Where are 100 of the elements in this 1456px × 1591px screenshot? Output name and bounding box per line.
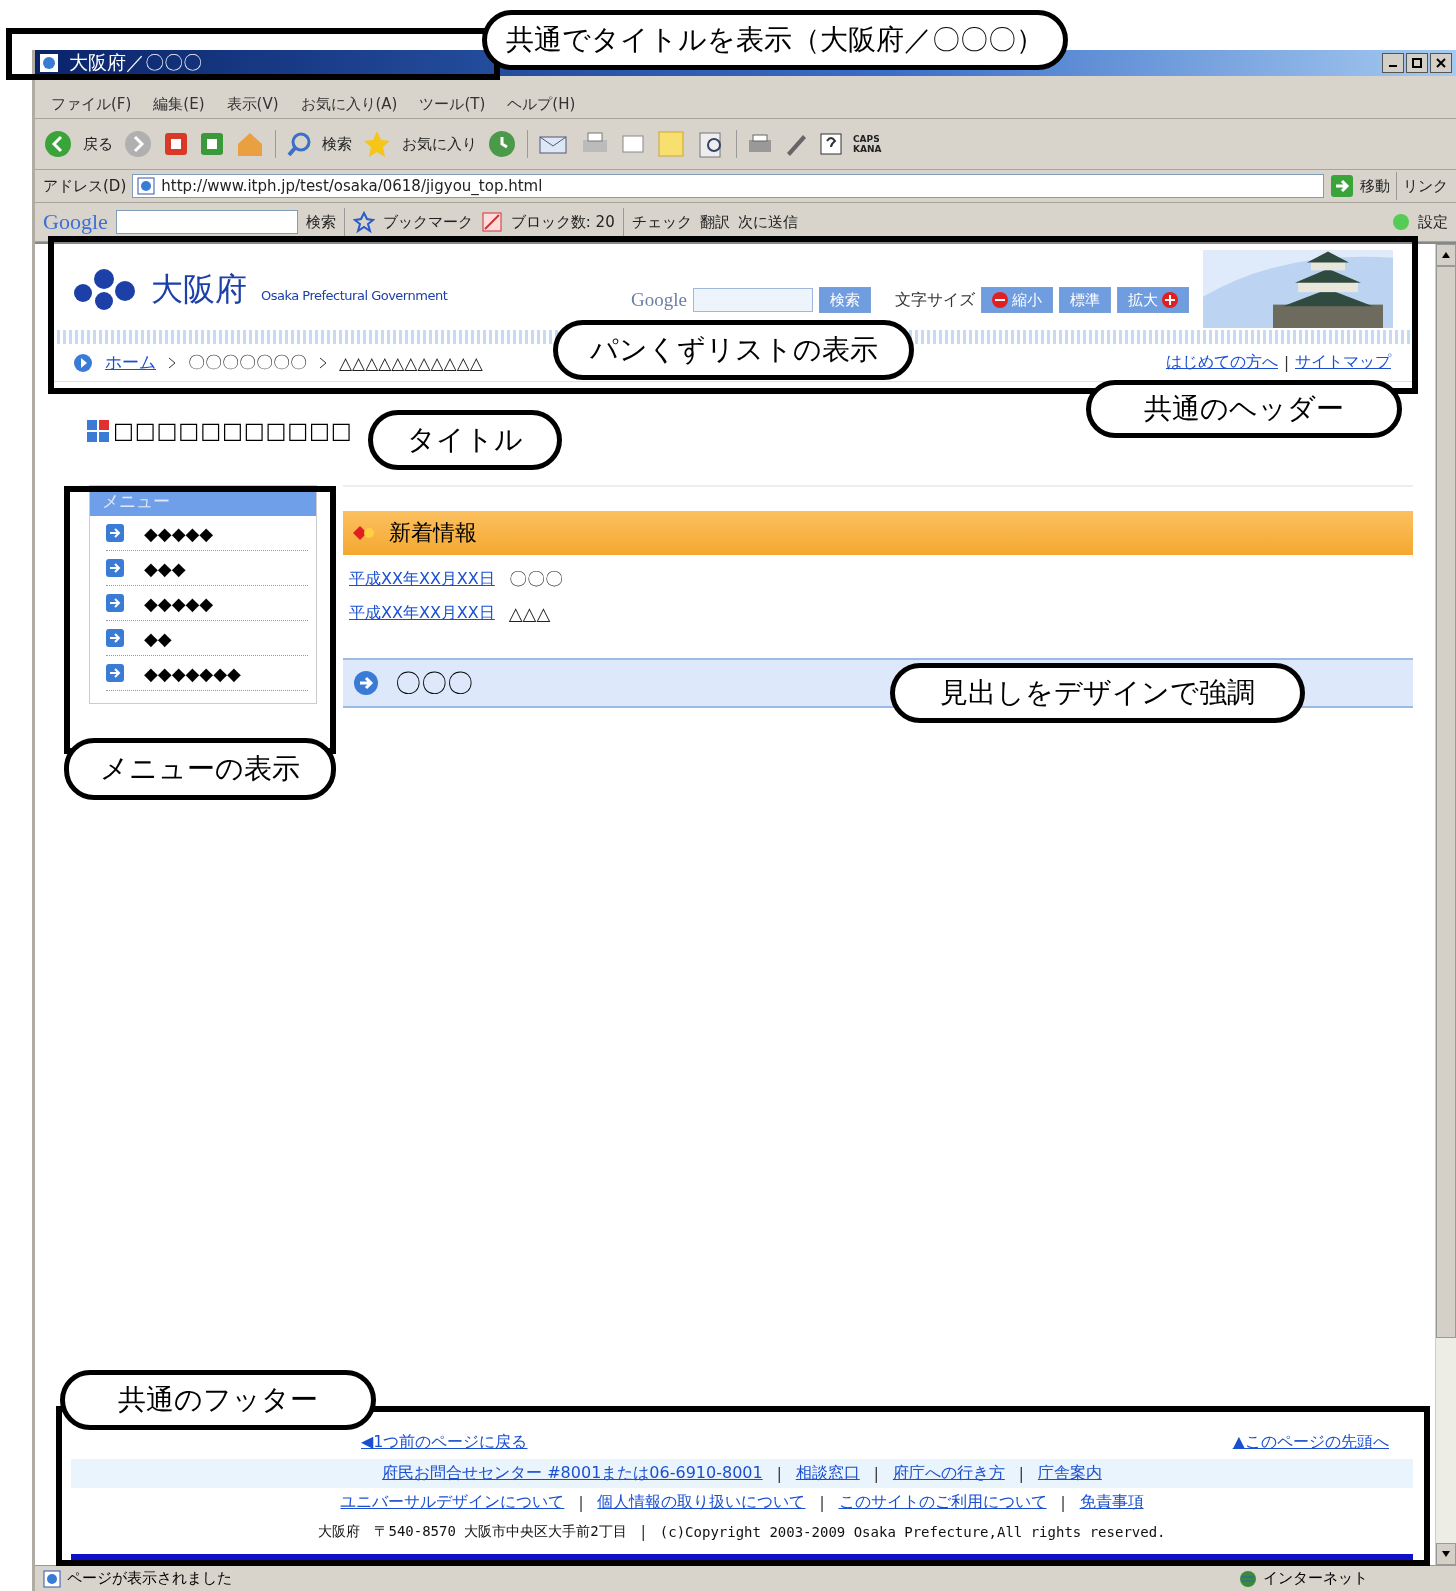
page-icon[interactable]	[43, 1569, 61, 1588]
send-button[interactable]: 次に送信	[737, 212, 798, 232]
globe-icon[interactable]	[1239, 1569, 1257, 1588]
separator: |	[578, 1493, 584, 1512]
stop-icon[interactable]	[163, 131, 189, 157]
menu-link[interactable]: ◆◆◆◆◆◆◆	[106, 656, 308, 691]
back-button[interactable]: 戻る	[83, 134, 113, 154]
translate-button[interactable]: 翻訳	[699, 212, 730, 232]
squares-icon[interactable]	[87, 419, 109, 442]
bookmark-button[interactable]: ブックマーク	[382, 212, 473, 232]
minimize-button[interactable]	[1382, 53, 1404, 73]
news-date-link[interactable]: 平成XX年XX月XX日	[349, 568, 495, 590]
minus-icon[interactable]	[992, 292, 1008, 308]
scroll-up-button[interactable]	[1436, 244, 1456, 266]
menu-link[interactable]: ◆◆◆◆◆	[106, 586, 308, 621]
separator: |	[640, 1522, 646, 1541]
news-text: △△△	[508, 603, 551, 624]
menu-link[interactable]: ◆◆◆◆◆	[106, 516, 308, 551]
menu-link[interactable]: ◆◆	[106, 621, 308, 656]
header-link[interactable]: サイトマップ	[1295, 352, 1391, 373]
links-button[interactable]: リンク	[1403, 176, 1448, 196]
status-dot-icon[interactable]	[1392, 213, 1410, 231]
close-icon[interactable]	[1436, 58, 1446, 68]
arrow-circle-icon[interactable]	[353, 670, 379, 696]
news-text: 〇〇〇	[508, 567, 563, 591]
menu-item[interactable]: 表示(V)	[218, 95, 287, 114]
caps-label: CAPS	[853, 134, 881, 144]
forward-icon[interactable]	[123, 129, 153, 159]
footer-link[interactable]: 相談窓口	[795, 1463, 860, 1484]
header-link[interactable]: はじめての方へ	[1165, 352, 1278, 373]
history-icon[interactable]	[487, 129, 517, 159]
back-icon[interactable]	[43, 129, 73, 159]
bullet-icon[interactable]	[353, 526, 375, 540]
footer-link[interactable]: このサイトのご利用について	[838, 1492, 1047, 1513]
block-icon[interactable]	[480, 211, 503, 233]
search-icon[interactable]	[286, 131, 312, 157]
annotation-callout: 見出しをデザインで強調	[890, 663, 1305, 723]
address-field[interactable]: http://www.itph.jp/test/osaka/0618/jigyou_top.html	[132, 174, 1324, 198]
menu-item[interactable]: ツール(T)	[411, 95, 494, 114]
address-label: アドレス(D)	[43, 176, 127, 196]
annotation-callout: タイトル	[368, 410, 562, 470]
page-top-link[interactable]: ▲このページの先頭へ	[1232, 1431, 1389, 1453]
popup-block-count[interactable]: ブロック数: 20	[510, 212, 615, 232]
go-button[interactable]: 移動	[1360, 176, 1390, 196]
footer-link[interactable]: 府民お問合せセンター #8001または06-6910-8001	[382, 1463, 763, 1484]
chevron-icon[interactable]	[319, 356, 327, 369]
menu-item[interactable]: ヘルプ(H)	[499, 95, 584, 114]
separator: |	[1283, 353, 1289, 372]
menu-item[interactable]: 編集(E)	[145, 95, 213, 114]
star-icon[interactable]	[362, 129, 392, 159]
go-icon[interactable]	[1330, 174, 1354, 198]
menu-item[interactable]: ファイル(F)	[43, 95, 140, 114]
plus-icon[interactable]	[1162, 292, 1178, 308]
site-logo-subtitle: Osaka Prefectural Government	[261, 287, 448, 303]
up-arrow-icon[interactable]	[1442, 252, 1450, 258]
annotation-callout: 共通のヘッダー	[1086, 380, 1402, 438]
footer-link[interactable]: ユニバーサルデザインについて	[340, 1492, 565, 1513]
back-link[interactable]: ◀1つ前のページに戻る	[361, 1431, 528, 1453]
browser-icon[interactable]	[39, 53, 59, 73]
news-date-link[interactable]: 平成XX年XX月XX日	[349, 603, 495, 624]
breadcrumb-link[interactable]: ホーム	[105, 351, 156, 374]
news-title: 新着情報	[389, 519, 477, 547]
annotation-callout: パンくずリストの表示	[553, 320, 914, 380]
footer-link[interactable]: 府庁への行き方	[892, 1463, 1005, 1484]
site-search-field[interactable]	[693, 288, 813, 312]
google-search-button[interactable]: 検索	[305, 212, 336, 232]
zone-text: インターネット	[1263, 1569, 1368, 1588]
scrollbar-thumb[interactable]	[1436, 266, 1456, 1338]
logo-icon[interactable]	[71, 267, 137, 313]
breadcrumb-item: △△△△△△△△△△△	[339, 352, 483, 373]
down-arrow-icon[interactable]	[1442, 1551, 1450, 1557]
page-title: □□□□□□□□□□□	[113, 418, 353, 443]
search-button[interactable]: 検索	[322, 134, 352, 154]
footer-text: (c)Copyright 2003-2009 Osaka Prefecture,All rights reserved.	[659, 1523, 1166, 1540]
site-logo-text[interactable]: 大阪府	[151, 268, 247, 312]
page-icon[interactable]	[137, 177, 156, 195]
footer-link[interactable]: 免責事項	[1079, 1492, 1144, 1513]
close-button[interactable]	[1430, 53, 1452, 73]
footer-text: 大阪府 〒540-8570 大阪市中央区大手前2丁目	[318, 1522, 627, 1541]
annotation-callout: 共通でタイトルを表示（大阪府／〇〇〇）	[482, 10, 1068, 70]
maximize-icon[interactable]	[1412, 58, 1422, 68]
kana-label: KANA	[853, 144, 882, 154]
favorites-button[interactable]: お気に入り	[402, 134, 477, 154]
spell-check-button[interactable]: チェック	[631, 212, 692, 232]
google-logo: Google	[43, 209, 108, 235]
scroll-down-button[interactable]	[1436, 1543, 1456, 1565]
chevron-icon[interactable]	[168, 356, 176, 369]
settings-button[interactable]: 設定	[1418, 212, 1448, 232]
window-title: 大阪府／〇〇〇	[69, 50, 202, 75]
footer-link[interactable]: 個人情報の取り扱いについて	[597, 1492, 806, 1513]
menu-item[interactable]: お気に入り(A)	[292, 95, 406, 114]
status-text: ページが表示されました	[67, 1569, 232, 1588]
footer-link[interactable]: 庁舎案内	[1037, 1463, 1102, 1484]
menu-link[interactable]: ◆◆◆	[106, 551, 308, 586]
maximize-button[interactable]	[1406, 53, 1428, 73]
annotation-callout: 共通のフッター	[60, 1370, 376, 1430]
separator: |	[819, 1493, 825, 1512]
google-search-field[interactable]	[115, 210, 298, 234]
help-icon[interactable]	[819, 132, 843, 156]
star-icon[interactable]	[352, 211, 375, 233]
